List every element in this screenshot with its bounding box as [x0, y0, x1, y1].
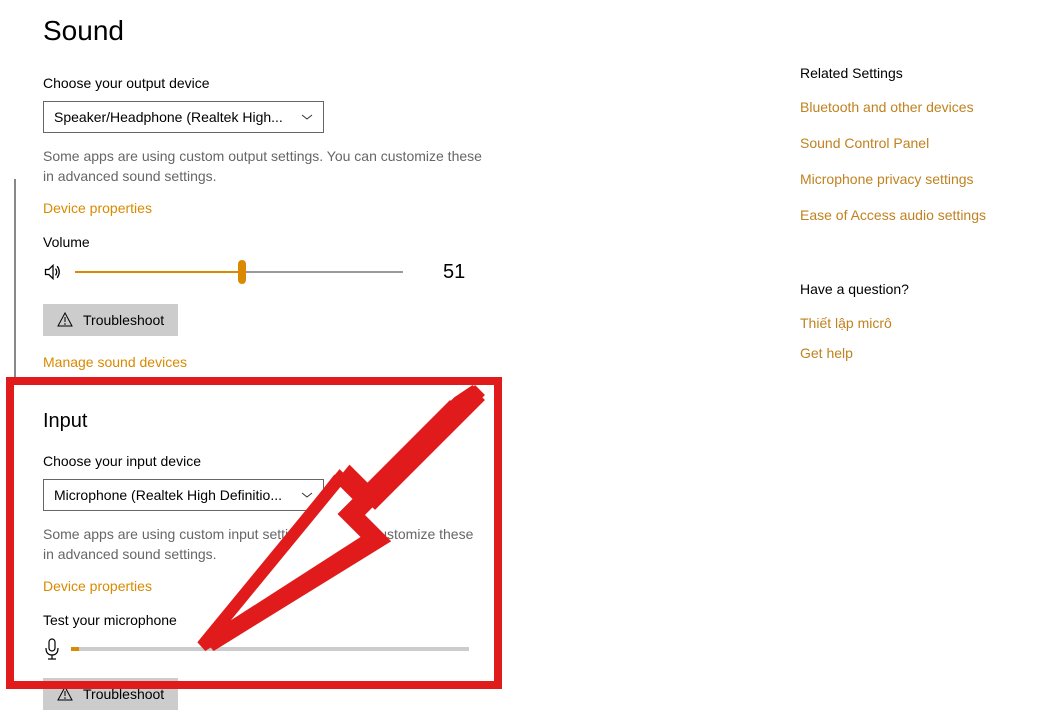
related-link-bluetooth[interactable]: Bluetooth and other devices: [800, 99, 1030, 115]
output-device-dropdown[interactable]: Speaker/Headphone (Realtek High...: [43, 101, 324, 133]
related-link-microphone-privacy[interactable]: Microphone privacy settings: [800, 171, 1030, 187]
speaker-icon: [43, 262, 63, 282]
volume-row: 51: [43, 260, 503, 284]
input-section-title: Input: [43, 410, 503, 433]
input-device-dropdown[interactable]: Microphone (Realtek High Definitio...: [43, 479, 324, 511]
mic-test-row: [43, 638, 503, 660]
input-device-properties-link[interactable]: Device properties: [43, 578, 152, 594]
output-device-properties-link[interactable]: Device properties: [43, 200, 152, 216]
manage-sound-devices-link[interactable]: Manage sound devices: [43, 354, 187, 370]
output-description: Some apps are using custom output settin…: [43, 147, 483, 186]
output-troubleshoot-button[interactable]: Troubleshoot: [43, 304, 178, 336]
help-heading: Have a question?: [800, 281, 1030, 297]
chevron-down-icon: [301, 111, 313, 123]
input-device-selected: Microphone (Realtek High Definitio...: [54, 487, 282, 503]
right-panel: Related Settings Bluetooth and other dev…: [800, 65, 1030, 375]
output-device-label: Choose your output device: [43, 75, 503, 91]
input-section: Input Choose your input device Microphon…: [43, 410, 503, 728]
output-troubleshoot-label: Troubleshoot: [83, 312, 164, 328]
related-link-sound-control-panel[interactable]: Sound Control Panel: [800, 135, 1030, 151]
input-troubleshoot-label: Troubleshoot: [83, 686, 164, 702]
warning-icon: [57, 686, 73, 702]
volume-label: Volume: [43, 234, 503, 250]
related-link-ease-of-access[interactable]: Ease of Access audio settings: [800, 207, 1030, 223]
volume-value: 51: [443, 261, 465, 284]
input-device-label: Choose your input device: [43, 453, 503, 469]
chevron-down-icon: [301, 489, 313, 501]
page-title: Sound: [43, 15, 503, 47]
input-description: Some apps are using custom input setting…: [43, 525, 483, 564]
help-link-get-help[interactable]: Get help: [800, 345, 1030, 361]
volume-slider[interactable]: [75, 260, 403, 284]
related-settings-heading: Related Settings: [800, 65, 1030, 81]
help-link-setup-mic[interactable]: Thiết lập micrô: [800, 315, 1030, 331]
sidebar-edge: [14, 179, 16, 379]
main-content: Sound Choose your output device Speaker/…: [43, 15, 503, 728]
warning-icon: [57, 312, 73, 328]
microphone-icon: [43, 638, 61, 660]
output-device-selected: Speaker/Headphone (Realtek High...: [54, 109, 283, 125]
input-troubleshoot-button[interactable]: Troubleshoot: [43, 678, 178, 710]
mic-level-bar: [71, 647, 469, 651]
test-mic-label: Test your microphone: [43, 612, 503, 628]
